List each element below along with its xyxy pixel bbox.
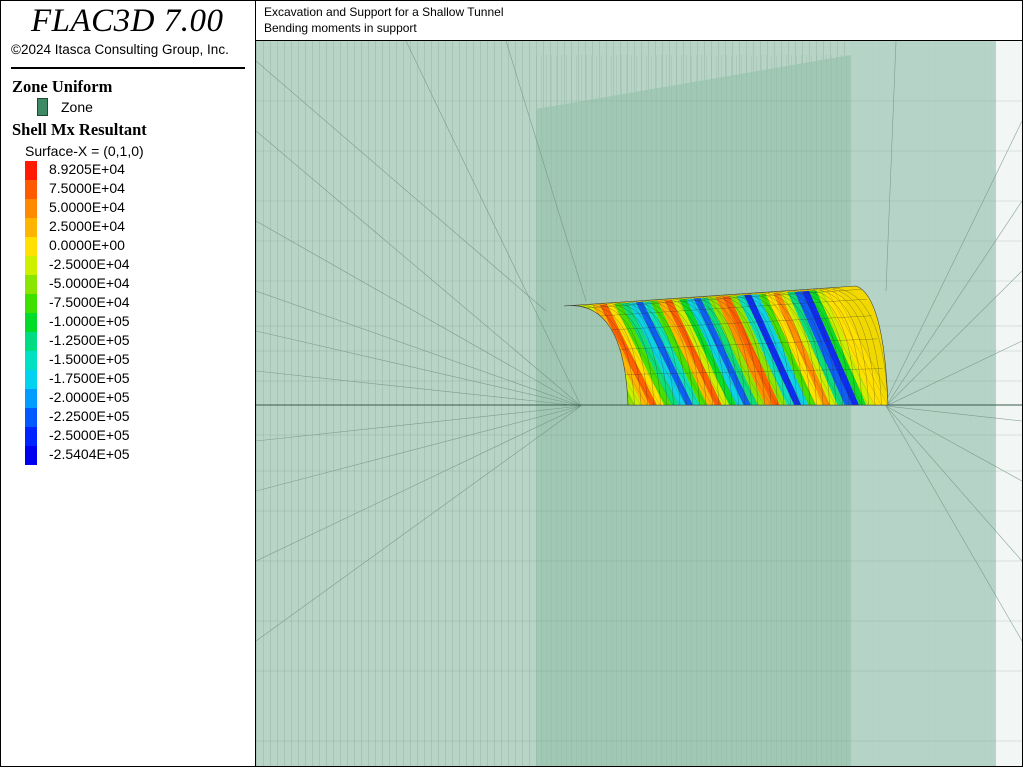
contour-labels: 8.9205E+04 7.5000E+04 5.0000E+04 2.5000E+04… (49, 161, 130, 465)
colorbar-label: -5.0000E+04 (49, 275, 130, 291)
colorbar-label: -2.5000E+05 (49, 427, 130, 443)
colorbar-swatch (25, 389, 37, 408)
colorbar-swatch (25, 161, 37, 180)
colorbar-label: -1.0000E+05 (49, 313, 130, 329)
colorbar-label: 2.5000E+04 (49, 218, 125, 234)
colorbar-swatch (25, 199, 37, 218)
shell-section-heading: Shell Mx Resultant (12, 120, 147, 139)
zone-color-swatch (37, 98, 48, 116)
colorbar-label: -2.2500E+05 (49, 408, 130, 424)
plot-title-box: Excavation and Support for a Shallow Tun… (255, 0, 1023, 41)
legend-divider (11, 67, 245, 69)
flac3d-plot-window: FLAC3D 7.00 ©2024 Itasca Consulting Grou… (0, 0, 1024, 768)
plot-title: Excavation and Support for a Shallow Tun… (264, 5, 504, 19)
colorbar-label: -1.5000E+05 (49, 351, 130, 367)
colorbar-label: -7.5000E+04 (49, 294, 130, 310)
model-canvas (256, 41, 1022, 766)
legend-panel: FLAC3D 7.00 ©2024 Itasca Consulting Grou… (0, 0, 255, 767)
zone-section-heading: Zone Uniform (12, 77, 113, 96)
colorbar-swatch (25, 351, 37, 370)
app-title: FLAC3D 7.00 (31, 3, 224, 39)
colorbar-swatch (25, 313, 37, 332)
colorbar-swatch (25, 446, 37, 465)
colorbar-swatch (25, 294, 37, 313)
surface-direction-label: Surface-X = (0,1,0) (25, 143, 144, 159)
colorbar-swatch (25, 256, 37, 275)
colorbar-label: -1.7500E+05 (49, 370, 130, 386)
colorbar-swatch (25, 275, 37, 294)
colorbar-label: -2.5000E+04 (49, 256, 130, 272)
zone-legend-label: Zone (61, 99, 93, 115)
colorbar-label: -2.0000E+05 (49, 389, 130, 405)
colorbar-label: 7.5000E+04 (49, 180, 125, 196)
colorbar-swatch (25, 237, 37, 256)
colorbar-label: 0.0000E+00 (49, 237, 125, 253)
colorbar-swatch (25, 180, 37, 199)
colorbar-swatch (25, 408, 37, 427)
colorbar-swatch (25, 427, 37, 446)
copyright-text: ©2024 Itasca Consulting Group, Inc. (11, 42, 229, 57)
model-viewport[interactable] (255, 40, 1023, 767)
colorbar-label: -1.2500E+05 (49, 332, 130, 348)
plot-subtitle: Bending moments in support (264, 21, 417, 35)
colorbar-swatch (25, 332, 37, 351)
contour-colorbar (25, 161, 37, 465)
colorbar-swatch (25, 370, 37, 389)
colorbar-label: -2.5404E+05 (49, 446, 130, 462)
colorbar-swatch (25, 218, 37, 237)
colorbar-label: 5.0000E+04 (49, 199, 125, 215)
colorbar-label: 8.9205E+04 (49, 161, 125, 177)
